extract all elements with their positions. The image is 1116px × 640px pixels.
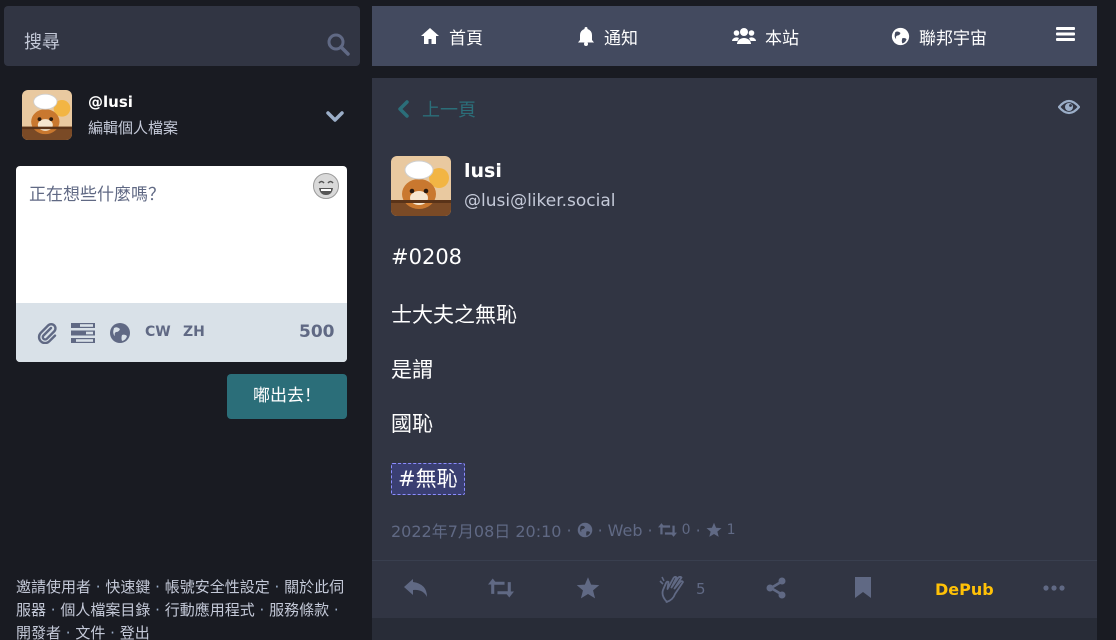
tab-local[interactable]: 本站 (732, 6, 799, 66)
footer-link-docs[interactable]: 文件 (75, 624, 105, 640)
back-button-label: 上一頁 (422, 100, 476, 121)
footer-links: 邀請使用者 · 快速鍵 · 帳號安全性設定 · 關於此伺服器 · 個人檔案目錄 … (16, 576, 352, 640)
footer-separator: · (50, 601, 56, 619)
hashtag-link[interactable]: #無恥 (391, 463, 465, 495)
search-icon[interactable] (326, 32, 350, 56)
tab-home-label: 首頁 (449, 28, 483, 49)
emoji-icon[interactable] (312, 172, 340, 200)
status-meta: 2022年7月08日 20:10 · · Web · 0 · 1 (391, 518, 736, 542)
chevron-left-icon (396, 99, 410, 119)
status-paragraph: #0208 (391, 245, 463, 269)
globe-icon (891, 27, 910, 46)
retweet-icon[interactable] (488, 576, 514, 600)
tab-federated-label: 聯邦宇宙 (919, 28, 987, 49)
footer-link-apps[interactable]: 行動應用程式 (165, 601, 255, 619)
display-name[interactable]: lusi (464, 160, 502, 182)
home-icon (420, 27, 440, 45)
status-detail: lusi @lusi@liker.social #0208 士大夫之無恥 是謂 … (372, 138, 1097, 560)
star-icon (706, 522, 722, 538)
share-icon[interactable] (765, 576, 787, 600)
footer-link-directory[interactable]: 個人檔案目錄 (60, 601, 150, 619)
user-handle[interactable]: @lusi (88, 93, 133, 111)
left-column: 搜尋 @lusi 編輯個人檔案 正在想些什麼嗎？ CW ZH 500 嘟出去！ … (0, 0, 364, 640)
footer-separator: · (65, 624, 71, 640)
tab-local-label: 本站 (765, 28, 799, 49)
bell-icon (577, 26, 595, 46)
globe-icon (577, 522, 593, 538)
retweet-icon (657, 523, 677, 537)
search-input[interactable]: 搜尋 (24, 28, 60, 54)
footer-separator: · (110, 624, 115, 640)
meta-separator: · (597, 520, 603, 540)
tab-home[interactable]: 首頁 (420, 6, 483, 66)
footer-separator: · (274, 578, 280, 596)
globe-icon[interactable] (109, 322, 131, 344)
meta-separator: · (647, 520, 653, 540)
footer-link-developers[interactable]: 開發者 (16, 624, 61, 640)
avatar[interactable] (22, 90, 72, 140)
meta-separator: · (566, 520, 572, 540)
favourite-count: 1 (726, 522, 736, 538)
status-action-bar: 5 DePub (372, 560, 1097, 618)
compose-toolbar: CW ZH 500 (16, 303, 347, 362)
footer-link-terms[interactable]: 服務條款 (269, 601, 329, 619)
status-paragraph: 是謂 (391, 358, 433, 382)
footer-link-security[interactable]: 帳號安全性設定 (165, 578, 270, 596)
tab-notifications[interactable]: 通知 (577, 6, 638, 66)
star-icon[interactable] (576, 576, 600, 600)
footer-link-logout[interactable]: 登出 (120, 624, 150, 640)
footer-separator: · (95, 578, 101, 596)
meta-separator: · (695, 520, 701, 540)
publish-button[interactable]: 嘟出去！ (227, 374, 347, 419)
status-column: 上一頁 lusi @lusi@liker.social #0208 士大夫之無恥… (372, 78, 1097, 640)
status-timestamp[interactable]: 2022年7月08日 20:10 (391, 518, 561, 542)
poll-icon[interactable] (71, 322, 95, 344)
reaction-count: 5 (696, 580, 706, 598)
status-paragraph: 國恥 (391, 412, 433, 436)
current-user: @lusi 編輯個人檔案 (20, 90, 350, 142)
reblog-count: 0 (681, 522, 691, 538)
footer-separator: · (333, 601, 339, 619)
chevron-down-icon[interactable] (324, 106, 346, 128)
account-handle[interactable]: @lusi@liker.social (464, 191, 616, 211)
status-paragraph: 士大夫之無恥 (391, 303, 517, 327)
eye-icon[interactable] (1058, 98, 1080, 116)
paperclip-icon[interactable] (36, 322, 58, 344)
bookmark-icon[interactable] (854, 576, 872, 600)
compose-textarea[interactable]: 正在想些什麼嗎？ (29, 180, 165, 205)
footer-link-invites[interactable]: 邀請使用者 (16, 578, 91, 596)
language-button[interactable]: ZH (183, 324, 205, 340)
search-bar[interactable]: 搜尋 (4, 6, 360, 66)
column-header: 上一頁 (372, 78, 1097, 138)
hand-icon[interactable] (659, 576, 689, 604)
character-counter: 500 (299, 322, 335, 342)
content-warning-button[interactable]: CW (145, 324, 171, 340)
depub-button[interactable]: DePub (935, 580, 994, 599)
tab-bar: 首頁 通知 本站 聯邦宇宙 (372, 6, 1097, 66)
avatar[interactable] (391, 156, 451, 216)
edit-profile-link[interactable]: 編輯個人檔案 (88, 117, 178, 138)
tab-notifications-label: 通知 (604, 28, 638, 49)
ellipsis-icon[interactable] (1043, 576, 1065, 600)
users-icon (732, 27, 756, 45)
back-button[interactable]: 上一頁 (396, 96, 476, 122)
compose-form: 正在想些什麼嗎？ CW ZH 500 (16, 166, 347, 362)
tab-federated[interactable]: 聯邦宇宙 (891, 6, 987, 66)
footer-link-hotkeys[interactable]: 快速鍵 (105, 578, 150, 596)
footer-separator: · (155, 578, 160, 596)
menu-icon[interactable] (1056, 25, 1075, 43)
footer-separator: · (155, 601, 160, 619)
footer-separator: · (259, 601, 265, 619)
reply-icon[interactable] (403, 576, 429, 600)
status-application[interactable]: Web (608, 521, 643, 540)
